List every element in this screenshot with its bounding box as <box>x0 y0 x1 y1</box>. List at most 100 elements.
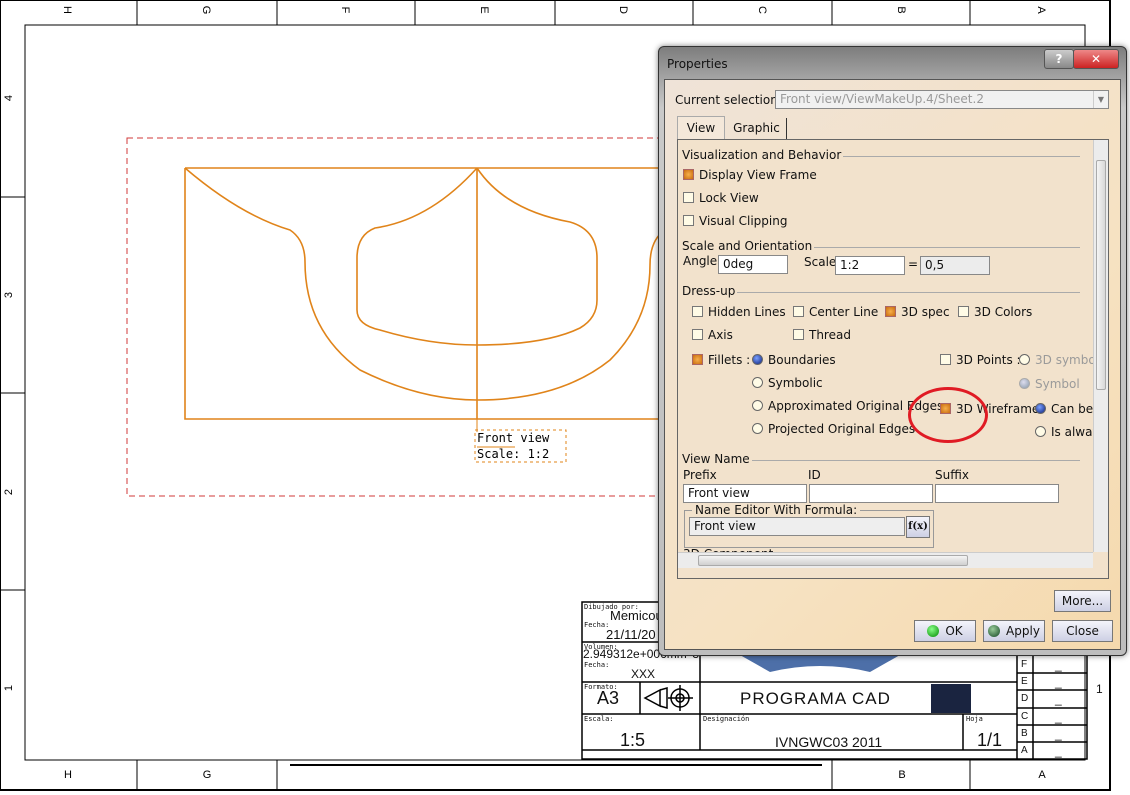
checkbox-icon <box>958 306 969 317</box>
symbolic-label: Symbolic <box>768 376 823 390</box>
3d-colors-checkbox[interactable]: 3D Colors <box>958 305 1032 319</box>
angle-input[interactable]: 0deg <box>718 255 788 274</box>
rev-value: _ <box>1055 744 1062 758</box>
id-label: ID <box>808 468 821 482</box>
designation: IVNGWC03 2011 <box>775 734 883 750</box>
scale-section: Scale and Orientation <box>682 239 815 253</box>
projected-label: Projected Original Edges <box>768 422 916 436</box>
view-tab-panel: Visualization and Behavior Display View … <box>677 139 1109 579</box>
checkbox-icon <box>683 215 694 226</box>
scale-input[interactable]: 1:2 <box>835 256 905 275</box>
row-label: 2 <box>3 489 15 495</box>
fillets-label: Fillets : <box>708 353 751 367</box>
rev-letter: A <box>1021 745 1028 756</box>
help-button[interactable]: ? <box>1044 49 1074 69</box>
col-label: C <box>756 6 768 14</box>
formula-input[interactable]: Front view <box>689 517 905 536</box>
col-label: E <box>478 6 490 13</box>
symbol-label: Symbol <box>1035 377 1080 391</box>
scale: 1:5 <box>620 730 646 750</box>
col-label: H <box>61 6 73 14</box>
apply-button[interactable]: Apply <box>983 620 1045 642</box>
center-line-checkbox[interactable]: Center Line <box>793 305 878 319</box>
dressup-section: Dress-up <box>682 284 738 298</box>
tab-view[interactable]: View <box>677 116 725 140</box>
drawn-by: Memicou <box>610 608 663 623</box>
hidden-lines-checkbox[interactable]: Hidden Lines <box>692 305 786 319</box>
close-button[interactable]: Close <box>1052 620 1113 642</box>
row-label: 1 <box>3 685 15 691</box>
date2: XXX <box>631 667 656 681</box>
rev-value: _ <box>1055 658 1062 672</box>
equals-sign: = <box>908 257 919 271</box>
display-view-frame-label: Display View Frame <box>699 168 817 182</box>
radio-selected-icon <box>752 354 763 365</box>
date: 21/11/20 <box>606 627 656 642</box>
3d-colors-label: 3D Colors <box>974 305 1033 319</box>
designation-label: Designación <box>703 715 750 723</box>
suffix-input[interactable] <box>935 484 1059 503</box>
col-label: D <box>617 6 629 14</box>
3d-points-label: 3D Points : <box>956 353 1021 367</box>
prefix-label: Prefix <box>683 468 717 482</box>
current-selection-combo[interactable]: Front view/ViewMakeUp.4/Sheet.2 <box>775 90 1109 109</box>
close-window-button[interactable]: ✕ <box>1073 49 1119 69</box>
horizontal-scrollbar[interactable] <box>678 552 1093 568</box>
radio-selected-icon <box>1019 378 1030 389</box>
3d-points-checkbox[interactable]: 3D Points : <box>940 353 1021 367</box>
rev-value: _ <box>1055 727 1062 741</box>
thread-checkbox[interactable]: Thread <box>793 328 851 342</box>
properties-dialog: Properties ? ✕ Current selection : Front… <box>658 46 1127 656</box>
dialog-body: Current selection : Front view/ViewMakeU… <box>664 79 1121 650</box>
h-scrollbar-thumb[interactable] <box>698 555 968 566</box>
center-line-label: Center Line <box>809 305 879 319</box>
id-input[interactable] <box>809 484 933 503</box>
boundaries-label: Boundaries <box>768 353 836 367</box>
radio-icon <box>752 423 763 434</box>
more-button[interactable]: More... <box>1054 590 1111 612</box>
checkbox-icon <box>683 192 694 203</box>
rev-value: _ <box>1055 675 1062 689</box>
sheet-number: 1/1 <box>977 730 1003 750</box>
scale-label: Escala: <box>584 715 614 723</box>
col-label: A <box>1038 769 1046 781</box>
3d-symbol-radio[interactable]: 3D symbol <box>1019 353 1099 367</box>
radio-selected-icon <box>1035 403 1046 414</box>
ok-button[interactable]: OK <box>914 620 976 642</box>
tab-graphic[interactable]: Graphic <box>727 118 787 140</box>
angle-label: Angle: <box>683 254 722 268</box>
can-be-radio[interactable]: Can be <box>1035 402 1093 416</box>
symbol-radio[interactable]: Symbol <box>1019 377 1080 391</box>
fillet-symbolic-radio[interactable]: Symbolic <box>752 376 823 390</box>
fillet-projected-radio[interactable]: Projected Original Edges <box>752 422 915 436</box>
display-view-frame-checkbox[interactable]: Display View Frame <box>683 168 817 182</box>
scale-value-field: 0,5 <box>920 256 990 275</box>
fillets-checkbox[interactable]: Fillets : <box>692 353 750 367</box>
fillet-boundaries-radio[interactable]: Boundaries <box>752 353 836 367</box>
chevron-down-icon[interactable]: ▼ <box>1093 91 1108 108</box>
view-name-label[interactable]: Front view <box>477 431 550 445</box>
checkbox-icon <box>793 329 804 340</box>
vertical-scrollbar[interactable] <box>1093 140 1108 552</box>
prefix-input[interactable]: Front view <box>683 484 807 503</box>
3d-spec-checkbox[interactable]: 3D spec <box>885 305 950 319</box>
formula-button[interactable]: f(x) <box>906 516 930 538</box>
lock-view-checkbox[interactable]: Lock View <box>683 191 759 205</box>
rev-value: _ <box>1055 692 1062 706</box>
hidden-lines-label: Hidden Lines <box>708 305 786 319</box>
radio-icon <box>752 377 763 388</box>
scrollbar-thumb[interactable] <box>1096 160 1106 390</box>
side-number: 1 <box>1096 682 1103 696</box>
visual-clipping-checkbox[interactable]: Visual Clipping <box>683 214 787 228</box>
apply-label: Apply <box>1006 624 1040 638</box>
col-label: B <box>898 769 905 781</box>
checkbox-icon <box>940 354 951 365</box>
can-be-label: Can be <box>1051 402 1094 416</box>
checkbox-checked-icon <box>683 169 694 180</box>
rev-letter: F <box>1021 659 1028 670</box>
axis-checkbox[interactable]: Axis <box>692 328 733 342</box>
red-highlight-circle <box>908 387 988 443</box>
view-name-section: View Name <box>682 452 752 466</box>
view-scale-label[interactable]: Scale: 1:2 <box>477 447 549 461</box>
radio-icon <box>752 400 763 411</box>
